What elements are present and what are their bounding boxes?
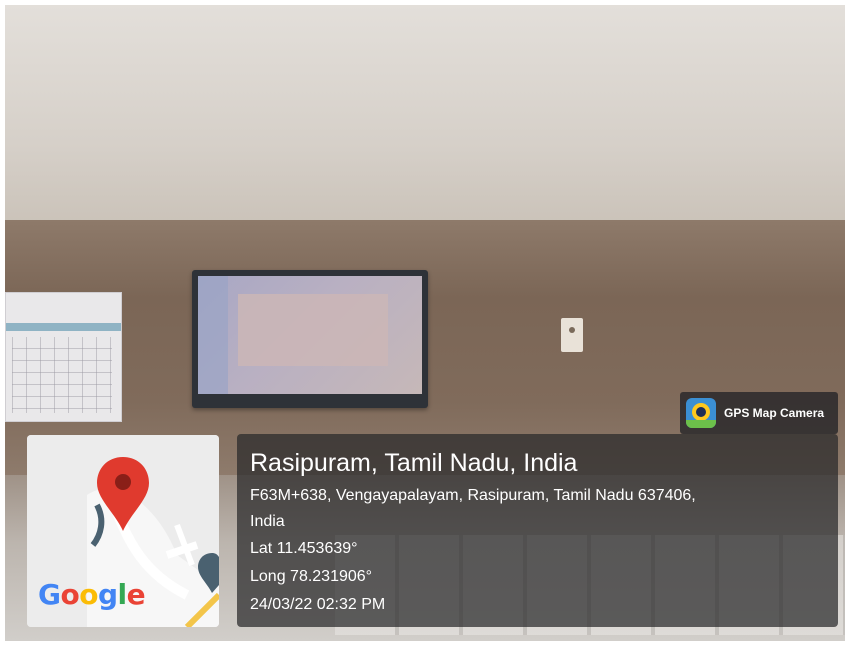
- google-logo-o1: o: [60, 578, 80, 611]
- google-logo-l: l: [117, 578, 128, 611]
- address-line-1: F63M+638, Vengayapalayam, Rasipuram, Tam…: [250, 487, 696, 504]
- gps-map-camera-app-icon: [686, 398, 716, 428]
- google-logo-e: e: [126, 578, 146, 611]
- longitude: Long 78.231906°: [250, 568, 373, 585]
- calendar-grid: [12, 337, 112, 413]
- tv-screen-sidebar: [198, 276, 228, 394]
- tv-screen: [198, 276, 422, 394]
- badge-label: GPS Map Camera: [724, 406, 825, 420]
- google-logo-g: G: [38, 578, 61, 611]
- location-title: Rasipuram, Tamil Nadu, India: [250, 449, 578, 477]
- gps-map-camera-badge: GPS Map Camera: [680, 392, 838, 434]
- latitude: Lat 11.453639°: [250, 540, 358, 557]
- map-thumbnail[interactable]: Google: [27, 435, 219, 627]
- calendar-band: [6, 323, 121, 331]
- tv-screen-panel: [238, 294, 388, 366]
- google-logo-g2: g: [97, 578, 118, 611]
- location-info-panel: Rasipuram, Tamil Nadu, India F63M+638, V…: [237, 434, 838, 627]
- google-logo-o2: o: [79, 578, 98, 611]
- address-line-2: India: [250, 513, 285, 530]
- wall-tv: [192, 270, 428, 408]
- timestamp: 24/03/22 02:32 PM: [250, 596, 386, 613]
- wall-sensor: [561, 318, 583, 352]
- ceiling: [5, 5, 845, 235]
- google-logo: Google: [38, 578, 146, 611]
- wall-calendar: [5, 292, 122, 422]
